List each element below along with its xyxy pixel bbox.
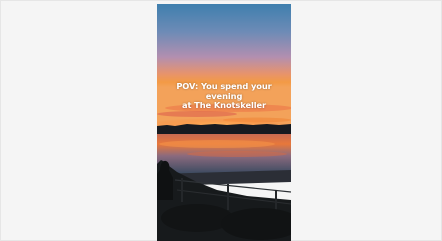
caption-line-1: POV: You spend your evening — [176, 81, 272, 101]
video-post[interactable]: POV: You spend your evening at The Knots… — [157, 4, 291, 241]
sunset-lake-image — [157, 4, 291, 241]
caption-line-2: at The Knotskeller — [181, 100, 266, 111]
video-caption: POV: You spend your evening at The Knots… — [161, 81, 287, 111]
